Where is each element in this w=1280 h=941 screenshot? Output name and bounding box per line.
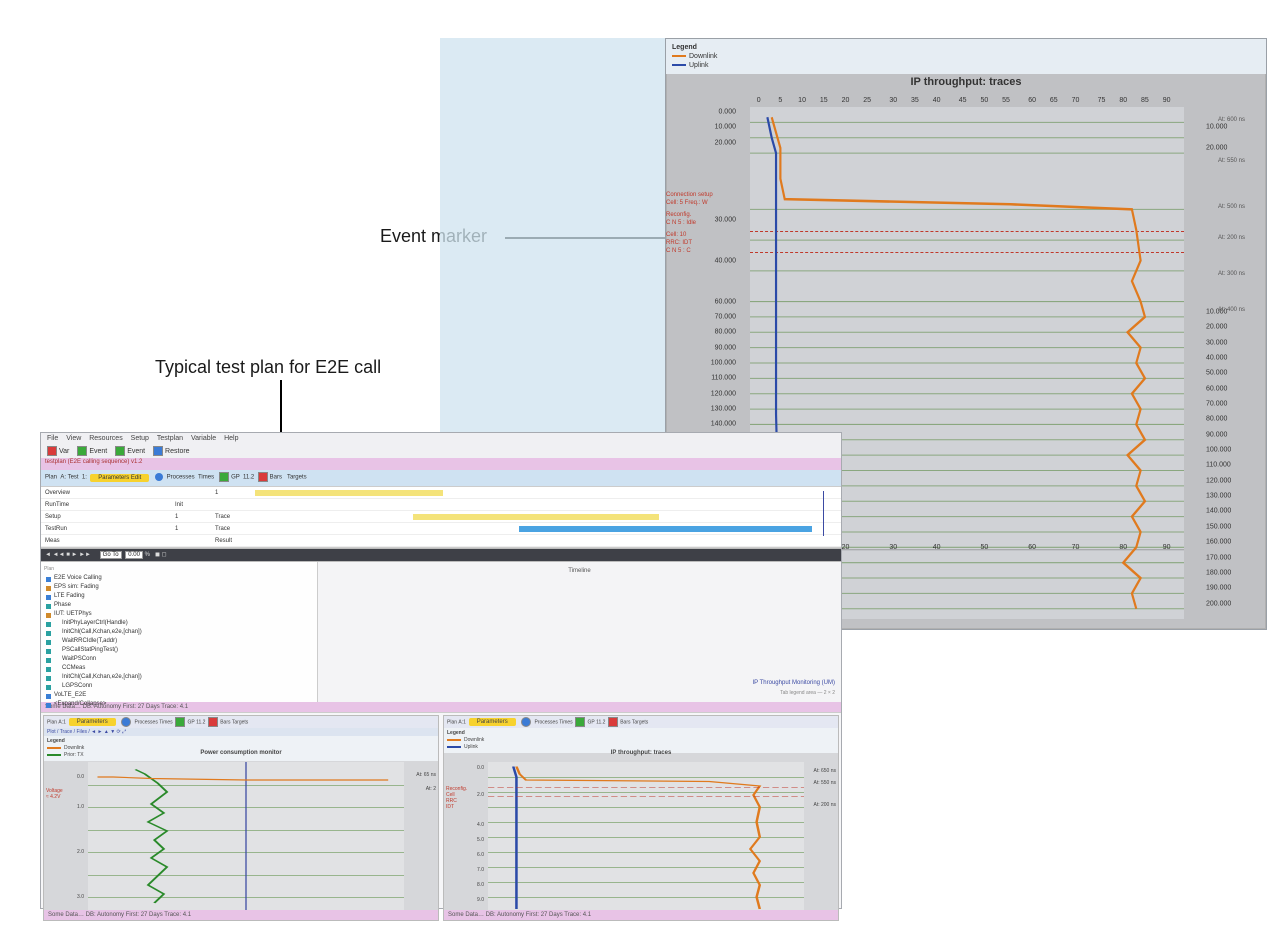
goto-value[interactable]: 0.00	[125, 551, 143, 559]
track-row: TestRun1Trace	[41, 523, 841, 535]
legend-swatch-downlink	[672, 55, 686, 57]
menu-help[interactable]: Help	[224, 435, 238, 442]
btn-play[interactable]: ►	[71, 552, 77, 558]
menu-variable[interactable]: Variable	[191, 435, 216, 442]
tree-item[interactable]: InitChl(Call,Kchan,e2e,[chan])	[44, 673, 314, 682]
track-bar[interactable]	[255, 490, 443, 496]
tb-var[interactable]: Var	[47, 446, 69, 456]
titlebar-pink: testplan (E2E calling sequence) v1.2	[41, 458, 841, 470]
canvas-link[interactable]: IP Throughput Monitoring (UM)	[753, 680, 835, 686]
tb-event1[interactable]: Event	[77, 446, 107, 456]
btn-rewind[interactable]: ◄	[45, 552, 51, 558]
tree-item[interactable]: E2E Voice Calling	[44, 574, 314, 583]
btn-stop[interactable]: ■	[66, 552, 70, 558]
menu-resources[interactable]: Resources	[89, 435, 122, 442]
tree-item[interactable]: WaitRRCIdle(T,addr)	[44, 637, 314, 646]
annotation-test-plan: Typical test plan for E2E call	[155, 357, 381, 378]
menu-view[interactable]: View	[66, 435, 81, 442]
tree-item[interactable]: InitPhyLayerCtrl(Handle)	[44, 619, 314, 628]
tree-item[interactable]: InitChl(Call,Kchan,e2e,[chan])	[44, 628, 314, 637]
track-bar[interactable]	[519, 526, 812, 532]
event-marker-line-2	[750, 252, 1184, 253]
mini-chart-ip: Plan A:1 Parameters Processes Times GP 1…	[443, 715, 839, 921]
chart-legend: Legend Downlink Uplink	[666, 39, 1266, 74]
right-tags: At: 600 ns At: 550 ns At: 500 ns At: 200…	[1218, 107, 1262, 619]
track-row: Setup1Trace	[41, 511, 841, 523]
legend-swatch-uplink	[672, 64, 686, 66]
track-bar[interactable]	[413, 514, 659, 520]
tree-item[interactable]: EPS sim: Fading	[44, 583, 314, 592]
tb-event2[interactable]: Event	[115, 446, 145, 456]
tracks-panel: Overview1 RunTimeInit Setup1Trace TestRu…	[41, 486, 841, 548]
pill-parameters-mini2[interactable]: Parameters	[469, 718, 516, 726]
tb-restore[interactable]: Restore	[153, 446, 190, 456]
menu-setup[interactable]: Setup	[131, 435, 149, 442]
dot-icon	[121, 717, 131, 727]
dot-icon	[521, 717, 531, 727]
app-window: File View Resources Setup Testplan Varia…	[40, 432, 842, 909]
btn-back[interactable]: ◄◄	[53, 552, 65, 558]
tree-item[interactable]: VoLTE_E2E	[44, 691, 314, 700]
menu-file[interactable]: File	[47, 435, 58, 442]
track-row: Overview1	[41, 487, 841, 499]
btn-marker-b[interactable]: ◻	[162, 552, 167, 558]
tree-item[interactable]: PSCallStatPingTest()	[44, 646, 314, 655]
tree-item[interactable]: CCMeas	[44, 664, 314, 673]
tree-item[interactable]: Phase	[44, 601, 314, 610]
menubar[interactable]: File View Resources Setup Testplan Varia…	[41, 433, 841, 444]
toolbar: Var Event Event Restore	[41, 444, 841, 458]
chart-title: IP throughput: traces	[666, 76, 1266, 88]
menu-testplan[interactable]: Testplan	[157, 435, 183, 442]
event-marker-line-1	[750, 231, 1184, 232]
pill-parameters-mini[interactable]: Parameters	[69, 718, 116, 726]
btn-marker-a[interactable]: ◼	[155, 552, 160, 558]
playback-controls: ◄ ◄◄ ■ ► ►► Go To 0.00 % ◼ ◻	[41, 548, 841, 562]
canvas-area: Timeline IP Throughput Monitoring (UM) T…	[318, 562, 841, 702]
track-row: RunTimeInit	[41, 499, 841, 511]
tree-item[interactable]: LTE Fading	[44, 592, 314, 601]
tree-item[interactable]: LGPSConn	[44, 682, 314, 691]
dot-icon	[155, 473, 163, 481]
tabbar-blue: Plan A: Test 1: Parameters Edit Processe…	[41, 470, 841, 486]
tree-item[interactable]: <Expand/Collapse>	[44, 700, 314, 709]
track-row: MeasResult	[41, 535, 841, 547]
goto-select[interactable]: Go To	[100, 551, 122, 559]
btn-ff[interactable]: ►►	[79, 552, 91, 558]
pill-parameters[interactable]: Parameters Edit	[90, 474, 149, 482]
tree-item[interactable]: IUT: UETPhys	[44, 610, 314, 619]
mini-chart-power: Plan A:1 Parameters Processes Times GP 1…	[43, 715, 439, 921]
testplan-tree[interactable]: Plan E2E Voice Calling EPS sim: Fading L…	[41, 562, 318, 702]
tree-item[interactable]: WaitPSConn	[44, 655, 314, 664]
